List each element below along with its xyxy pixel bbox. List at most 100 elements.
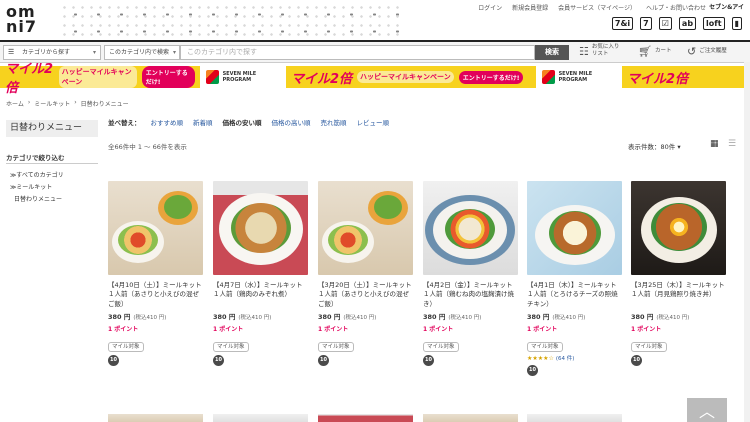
sort-best-selling[interactable]: 売れ筋順 (321, 117, 347, 127)
review-count[interactable]: (64 件) (556, 356, 575, 362)
product-image[interactable] (527, 181, 622, 275)
order-history-button[interactable]: ↺ ご注文履歴 (687, 45, 727, 58)
product-image[interactable] (423, 414, 518, 422)
favorites-label: お気に入りリスト (591, 44, 620, 57)
menu-icon: ☰ (8, 48, 15, 56)
product-name[interactable]: 【4月1日（木）】ミールキット１人前（とろけるチーズの照焼チキン） (527, 281, 622, 308)
grid-view-icon[interactable]: ▦ (710, 139, 719, 149)
product-image[interactable] (631, 181, 726, 275)
search-scope-select[interactable]: このカテゴリ内で検索 ▾ (104, 45, 180, 60)
product-image[interactable] (527, 414, 622, 422)
brand-logo[interactable]: ▮ (731, 17, 742, 30)
brand-logo[interactable]: 7&i (611, 17, 634, 30)
sidebar-item-all-categories[interactable]: ≫すべてのカテゴリ (10, 170, 64, 182)
product-card[interactable]: 【4月10日（土）】ミールキット１人前（あさりと小えびの混ぜご飯） 380 円(… (108, 181, 203, 366)
product-price: 380 円 (税込410 円) (318, 311, 413, 321)
product-points: 1 ポイント (108, 326, 139, 333)
login-link[interactable]: ログイン (478, 3, 502, 12)
product-card[interactable]: 【3月20日（土）】ミールキット１人前（あさりと小えびの混ぜご飯） 380 円(… (318, 181, 413, 366)
product-name[interactable]: 【4月7日（水）】ミールキット１人前（鶏肉のみぞれ煮） (213, 281, 308, 308)
product-points: 1 ポイント (527, 326, 558, 333)
omni7-logo[interactable]: om ni7 (6, 4, 37, 35)
food (549, 211, 601, 255)
price: 380 円 (318, 313, 341, 321)
sidebar-item-mealkit[interactable]: ≫ミールキット (10, 182, 64, 194)
food (374, 195, 402, 219)
price: 380 円 (423, 313, 446, 321)
chevron-down-icon: ▾ (172, 49, 176, 56)
product-image[interactable] (423, 181, 518, 275)
product-card[interactable]: 【4月1日（木）】ミールキット１人前（とろけるチーズの照焼チキン） 380 円(… (527, 181, 622, 376)
mile-badge: マイル対象 (527, 342, 563, 352)
price-tax: (税込410 円) (656, 315, 690, 321)
brand-logo[interactable]: loft (703, 17, 725, 30)
product-card[interactable]: 【3月25日（木）】ミールキット１人前（月見鶏照り焼き丼） 380 円 (税込41… (631, 181, 726, 366)
product-image[interactable] (213, 414, 308, 422)
product-points: 1 ポイント (423, 326, 454, 333)
point-rate-icon: 10 (318, 355, 329, 366)
price: 380 円 (631, 313, 654, 321)
product-image[interactable] (213, 181, 308, 275)
back-to-top-button[interactable]: ︿ (687, 398, 727, 422)
sort-newest[interactable]: 新着順 (193, 117, 213, 127)
product-name[interactable]: 【3月25日（木）】ミールキット１人前（月見鶏照り焼き丼） (631, 281, 726, 308)
product-rating[interactable]: ★★★★☆ (64 件) (527, 354, 622, 362)
banner-segment: マイル2倍 ハッピーマイルキャンペーン エントリーするだけ! (0, 62, 200, 96)
history-icon: ↺ (687, 45, 697, 58)
list-view-icon[interactable]: ☰ (728, 139, 736, 149)
food (445, 209, 495, 249)
mile-badge: マイル対象 (631, 342, 667, 352)
member-service-link[interactable]: 会員サービス（マイページ） (558, 3, 636, 12)
point-rate-icon: 10 (423, 355, 434, 366)
search-button[interactable]: 検索 (535, 45, 569, 60)
site-header: om ni7 ログイン 新規会員登録 会員サービス（マイページ） ヘルプ・お問い合… (0, 0, 750, 40)
price-tax: (税込410 円) (133, 315, 167, 321)
seven-mile-icon (206, 70, 219, 84)
brand-logo[interactable]: ☑ (658, 17, 672, 30)
product-image[interactable] (108, 181, 203, 275)
scrollbar[interactable] (744, 62, 750, 422)
sidebar-title: 日替わりメニュー (6, 120, 98, 137)
point-rate-icon: 10 (108, 355, 119, 366)
food (328, 225, 368, 255)
seven-mile-icon (542, 70, 555, 84)
sort-reviews[interactable]: レビュー順 (357, 117, 390, 127)
sort-recommended[interactable]: おすすめ順 (151, 117, 184, 127)
product-name[interactable]: 【3月20日（土）】ミールキット１人前（あさりと小えびの混ぜご飯） (318, 281, 413, 308)
search-input[interactable] (180, 45, 535, 60)
sidebar-filter-heading: カテゴリで絞り込む (6, 154, 65, 162)
product-image[interactable] (318, 181, 413, 275)
product-points: 1 ポイント (318, 326, 349, 333)
product-card[interactable]: 【4月7日（水）】ミールキット１人前（鶏肉のみぞれ煮） 380 円 (税込410 … (213, 181, 308, 366)
product-card[interactable]: 【4月2日（金）】ミールキット１人前（鶏むね肉の塩麹漬け焼き） 380 円 (税込… (423, 181, 518, 366)
product-price: 380 円 (税込410 円) (213, 311, 308, 321)
sidebar-item-daily-menu[interactable]: 日替わりメニュー (10, 194, 64, 206)
product-price: 380 円 (税込410 円) (631, 311, 726, 321)
price-tax: (税込410 円) (552, 315, 586, 321)
price: 380 円 (213, 313, 236, 321)
sort-price-low[interactable]: 価格の安い順 (223, 117, 262, 127)
breadcrumb-mealkit[interactable]: ミールキット (34, 99, 70, 108)
product-name[interactable]: 【4月2日（金）】ミールキット１人前（鶏むね肉の塩麹漬け焼き） (423, 281, 518, 308)
banner-program: SEVEN MILE PROGRAM (558, 71, 593, 83)
seven-i-holdings-logo[interactable]: セブン&アイ (709, 2, 744, 11)
brand-logo[interactable]: ab (678, 17, 697, 30)
product-image[interactable] (318, 414, 413, 422)
product-name[interactable]: 【4月10日（土）】ミールキット１人前（あさりと小えびの混ぜご飯） (108, 281, 203, 308)
breadcrumb-home[interactable]: ホーム (6, 99, 24, 108)
sidebar-category-list: ≫すべてのカテゴリ ≫ミールキット 日替わりメニュー (10, 170, 64, 206)
campaign-banner[interactable]: マイル2倍 ハッピーマイルキャンペーン エントリーするだけ! SEVEN MIL… (0, 62, 750, 96)
banner-segment: SEVEN MILE PROGRAM (536, 66, 622, 88)
brand-logo[interactable]: 7 (640, 17, 652, 30)
product-image[interactable] (108, 414, 203, 422)
sort-price-high[interactable]: 価格の高い順 (272, 117, 311, 127)
cart-button[interactable]: 🛒︎ カート (638, 46, 671, 57)
per-page-select[interactable]: 表示件数：80件 ▾ (628, 141, 681, 151)
favorites-button[interactable]: ☷ お気に入りリスト (579, 44, 620, 58)
category-dropdown-label: カテゴリから探す (22, 49, 71, 56)
point-rate-icon: 10 (631, 355, 642, 366)
help-link[interactable]: ヘルプ・お問い合わせ (646, 3, 706, 12)
register-link[interactable]: 新規会員登録 (512, 3, 548, 12)
group-brand-logos: 7&i 7 ☑ ab loft ▮ (611, 17, 742, 30)
sort-label: 並べ替え： (108, 119, 141, 127)
